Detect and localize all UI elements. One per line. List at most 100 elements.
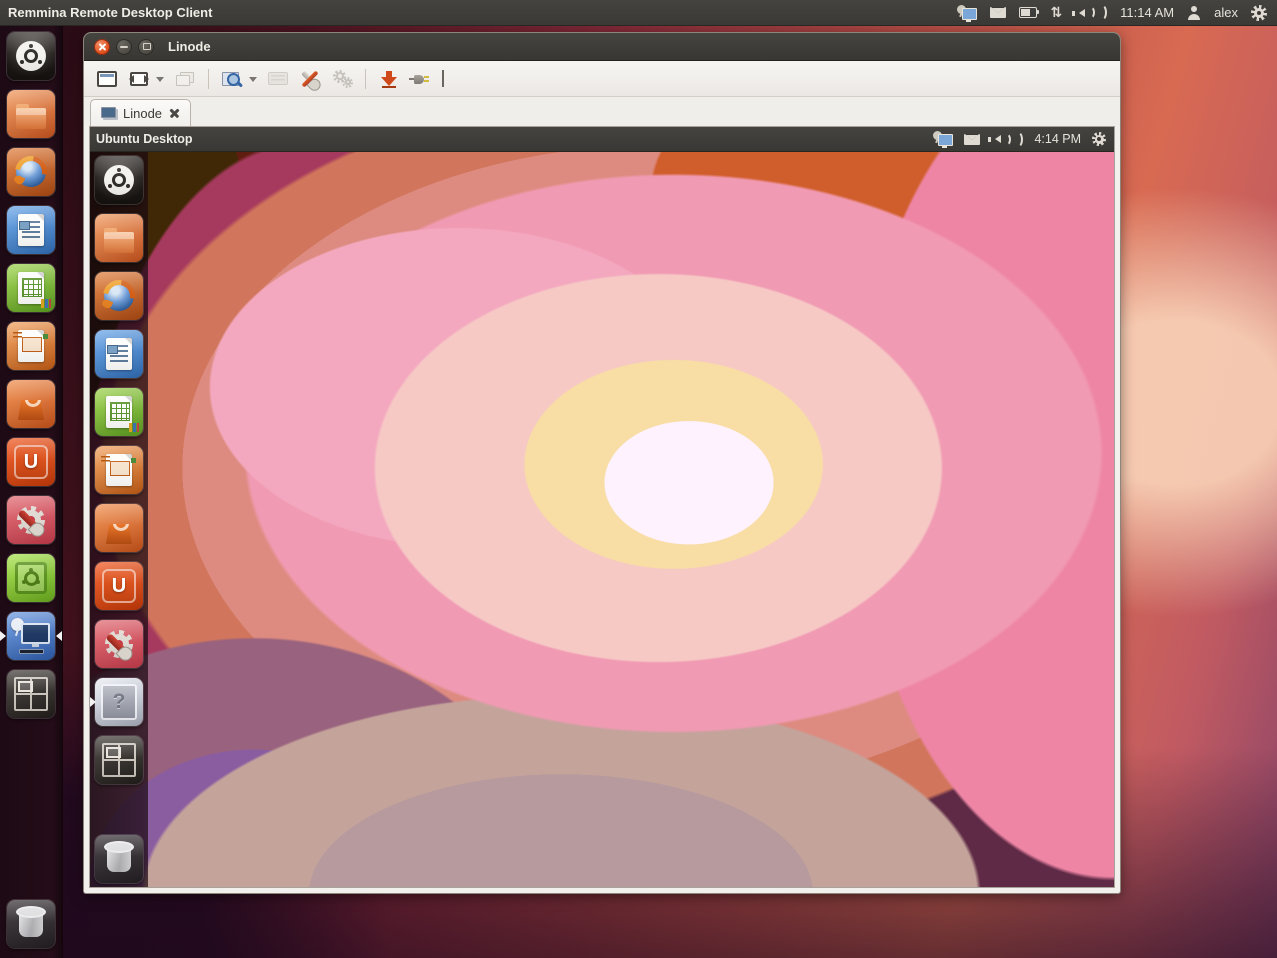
window-minimize-button[interactable]: [116, 39, 132, 55]
remote-network-remote-icon[interactable]: [933, 130, 953, 148]
running-indicator-arrow: [90, 697, 101, 707]
toggle-scaled-mode-button[interactable]: [219, 66, 245, 92]
fit-window-button[interactable]: [126, 66, 152, 92]
duplicate-icon: [176, 72, 194, 86]
remote-session-gear-icon[interactable]: [1092, 130, 1106, 148]
window-maximize-button[interactable]: [138, 39, 154, 55]
user-icon[interactable]: [1187, 6, 1201, 20]
session-gear-icon[interactable]: [1251, 4, 1267, 22]
window-close-button[interactable]: [94, 39, 110, 55]
writer-icon: [18, 214, 44, 246]
launcher-item-firefox[interactable]: [7, 148, 55, 196]
tools-button[interactable]: [297, 66, 323, 92]
launcher-item-dash-home[interactable]: [7, 32, 55, 80]
orange-down-arrow-icon: [380, 70, 398, 88]
remote-mail-icon[interactable]: [964, 130, 980, 148]
launcher-item-libreoffice-calc[interactable]: [7, 264, 55, 312]
launcher-item-system-settings[interactable]: [7, 496, 55, 544]
remote-launcher-item-firefox[interactable]: [95, 272, 143, 320]
gears-icon: [331, 70, 353, 88]
toolbar-cursor-line: [442, 70, 444, 87]
tab-monitor-icon: [101, 107, 117, 119]
remote-panel-title: Ubuntu Desktop: [96, 132, 193, 146]
screen: Remmina Remote Desktop Client 11:14 AM a…: [0, 0, 1277, 958]
scaled-mode-icon: [222, 71, 242, 87]
writer-icon: [106, 338, 132, 370]
remote-launcher: U ?: [90, 152, 148, 887]
launcher-item-ubuntu-software-center[interactable]: [7, 380, 55, 428]
fullscreen-icon: [97, 71, 117, 87]
tools-icon: [299, 68, 321, 90]
remote-launcher-item-libreoffice-writer[interactable]: [95, 330, 143, 378]
host-clock[interactable]: 11:14 AM: [1120, 5, 1174, 20]
disconnect-button[interactable]: [408, 66, 434, 92]
launcher-item-libreoffice-writer[interactable]: [7, 206, 55, 254]
workspace-grid-icon: [14, 677, 48, 711]
focused-indicator-arrow: [51, 631, 62, 641]
username[interactable]: alex: [1214, 5, 1238, 20]
launcher-item-trash[interactable]: [7, 900, 55, 948]
remmina-window: Linode Linode: [84, 33, 1120, 893]
launcher-item-libreoffice-impress[interactable]: [7, 322, 55, 370]
remote-launcher-item-workspace-switcher[interactable]: [95, 736, 143, 784]
trash-icon: [19, 910, 43, 937]
launcher-item-software-updater[interactable]: [7, 554, 55, 602]
folder-icon: [104, 232, 134, 253]
keyboard-icon: [268, 72, 288, 85]
host-top-panel: Remmina Remote Desktop Client 11:14 AM a…: [0, 0, 1277, 26]
workspace-grid-icon: [102, 743, 136, 777]
ubuntu-logo-icon: [104, 165, 134, 195]
plug-icon: [410, 72, 432, 86]
volume-icon[interactable]: [1075, 4, 1107, 22]
remote-launcher-item-ubuntu-one[interactable]: U: [95, 562, 143, 610]
shopping-bag-icon: [106, 524, 132, 544]
launcher-item-remmina[interactable]: [7, 612, 55, 660]
remote-indicator-area: 4:14 PM: [933, 130, 1114, 148]
remote-launcher-item-trash[interactable]: [95, 835, 143, 883]
remote-launcher-item-libreoffice-calc[interactable]: [95, 388, 143, 436]
tab-linode[interactable]: Linode: [90, 99, 191, 126]
remote-volume-icon[interactable]: [991, 130, 1023, 148]
folder-icon: [16, 108, 46, 129]
connection-tabbar: Linode: [84, 97, 1120, 126]
sync-arrows-icon[interactable]: [1050, 4, 1062, 22]
question-mark-icon: ?: [101, 684, 137, 720]
grab-keyboard-button[interactable]: [265, 66, 291, 92]
tab-label: Linode: [123, 106, 162, 121]
remote-launcher-item-libreoffice-impress[interactable]: [95, 446, 143, 494]
remote-clock[interactable]: 4:14 PM: [1034, 132, 1081, 146]
remote-wallpaper: U ?: [90, 152, 1114, 887]
battery-icon[interactable]: [1019, 4, 1037, 22]
launcher-item-ubuntu-one[interactable]: U: [7, 438, 55, 486]
fit-window-dropdown-caret[interactable]: [156, 77, 164, 86]
network-remote-icon[interactable]: [957, 4, 977, 22]
remote-launcher-item-home-folder[interactable]: [95, 214, 143, 262]
remote-launcher-item-unknown-window[interactable]: ?: [95, 678, 143, 726]
minimize-to-tray-button[interactable]: [376, 66, 402, 92]
remote-launcher-item-system-settings[interactable]: [95, 620, 143, 668]
shopping-bag-icon: [18, 400, 44, 420]
remote-launcher-item-dash-home[interactable]: [95, 156, 143, 204]
remote-launcher-item-ubuntu-software-center[interactable]: [95, 504, 143, 552]
scaled-mode-dropdown-caret[interactable]: [249, 77, 257, 86]
mail-icon[interactable]: [990, 4, 1006, 22]
remote-top-panel: Ubuntu Desktop 4:14 PM: [90, 127, 1114, 152]
launcher-item-home-folder[interactable]: [7, 90, 55, 138]
firefox-icon: [16, 157, 46, 187]
host-launcher: U: [0, 26, 63, 958]
ubuntu-one-icon: U: [14, 445, 48, 479]
fit-window-icon: [130, 72, 148, 86]
launcher-item-workspace-switcher[interactable]: [7, 670, 55, 718]
toolbar-separator: [365, 69, 366, 89]
window-titlebar[interactable]: Linode: [84, 33, 1120, 61]
remmina-monitor-icon: [21, 623, 50, 644]
duplicate-connection-button[interactable]: [172, 66, 198, 92]
preferences-button[interactable]: [329, 66, 355, 92]
tab-close-icon[interactable]: [168, 107, 180, 119]
connection-toolbar: [84, 61, 1120, 97]
firefox-icon: [104, 281, 134, 311]
remote-desktop-view: Ubuntu Desktop 4:14 PM: [89, 126, 1115, 888]
toggle-fullscreen-button[interactable]: [94, 66, 120, 92]
window-title: Linode: [168, 39, 211, 54]
running-indicator-arrow: [0, 631, 11, 641]
